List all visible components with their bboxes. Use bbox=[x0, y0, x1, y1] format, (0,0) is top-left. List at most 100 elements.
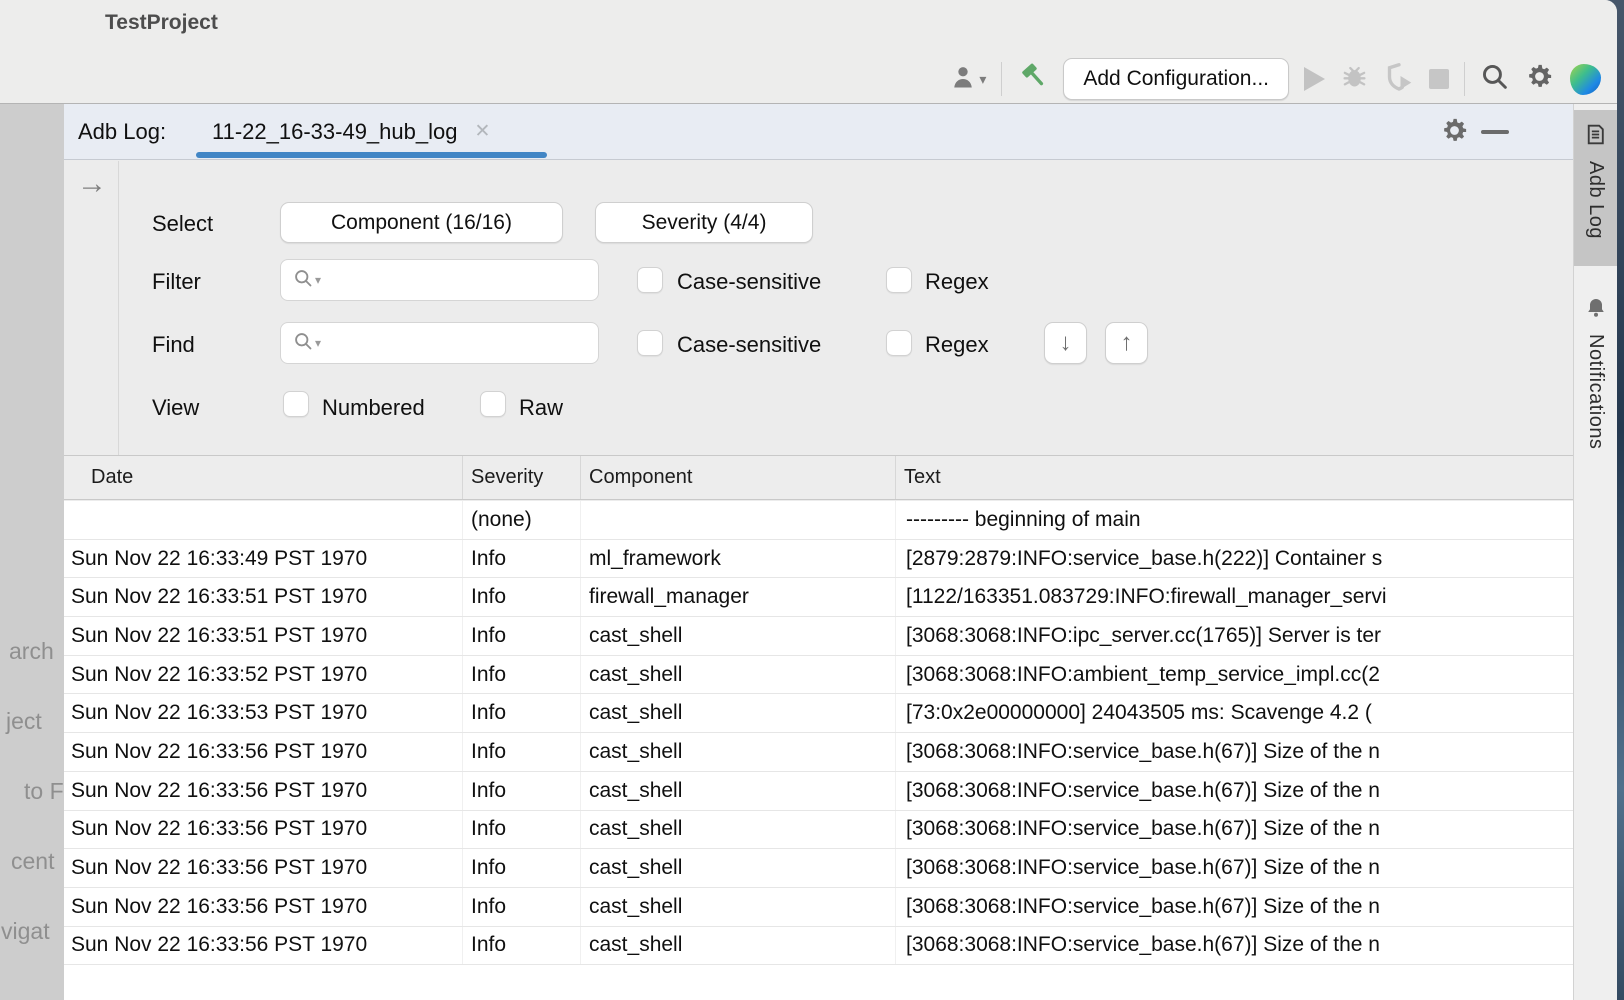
table-row[interactable]: (none) --------- beginning of main bbox=[64, 501, 1573, 540]
background-text-fragment: vigat bbox=[1, 918, 50, 945]
table-row[interactable]: Sun Nov 22 16:33:49 PST 1970 Info ml_fra… bbox=[64, 540, 1573, 579]
bug-icon bbox=[1340, 62, 1369, 96]
cell-severity: Info bbox=[462, 694, 580, 732]
filter-label: Filter bbox=[152, 269, 201, 295]
find-regex-checkbox[interactable] bbox=[886, 330, 912, 356]
table-row[interactable]: Sun Nov 22 16:33:56 PST 1970 Info cast_s… bbox=[64, 927, 1573, 966]
shield-play-icon bbox=[1384, 62, 1414, 97]
chevron-down-icon: ▾ bbox=[315, 273, 321, 287]
cell-date: Sun Nov 22 16:33:51 PST 1970 bbox=[64, 578, 462, 616]
cell-date: Sun Nov 22 16:33:53 PST 1970 bbox=[64, 694, 462, 732]
search-everywhere-button[interactable] bbox=[1480, 62, 1509, 96]
table-row[interactable]: Sun Nov 22 16:33:56 PST 1970 Info cast_s… bbox=[64, 811, 1573, 850]
cell-text: [1122/163351.083729:INFO:firewall_manage… bbox=[895, 578, 1573, 616]
log-file-tab[interactable]: 11-22_16-33-49_hub_log ✕ bbox=[196, 104, 506, 159]
cell-severity: Info bbox=[462, 811, 580, 849]
debug-button[interactable] bbox=[1340, 62, 1369, 96]
cell-component: firewall_manager bbox=[580, 578, 895, 616]
cell-severity: Info bbox=[462, 772, 580, 810]
sidebar-tab-label: Adb Log bbox=[1584, 161, 1607, 239]
table-row[interactable]: Sun Nov 22 16:33:56 PST 1970 Info cast_s… bbox=[64, 888, 1573, 927]
cell-component: cast_shell bbox=[580, 733, 895, 771]
view-label: View bbox=[152, 395, 199, 421]
table-row[interactable]: Sun Nov 22 16:33:56 PST 1970 Info cast_s… bbox=[64, 772, 1573, 811]
cell-date: Sun Nov 22 16:33:49 PST 1970 bbox=[64, 540, 462, 578]
panel-settings-button[interactable] bbox=[1439, 115, 1470, 151]
filter-regex-checkbox[interactable] bbox=[886, 267, 912, 293]
cell-component: cast_shell bbox=[580, 656, 895, 694]
background-text-fragment: cent bbox=[11, 848, 54, 875]
search-icon bbox=[293, 331, 313, 356]
cell-text: [3068:3068:INFO:service_base.h(67)] Size… bbox=[895, 888, 1573, 926]
cell-severity: Info bbox=[462, 888, 580, 926]
component-filter-button[interactable]: Component (16/16) bbox=[280, 202, 563, 243]
cell-text: --------- beginning of main bbox=[895, 501, 1573, 539]
column-header-date[interactable]: Date bbox=[64, 456, 462, 499]
assistant-sphere-button[interactable] bbox=[1570, 64, 1601, 95]
cell-text: [3068:3068:INFO:service_base.h(67)] Size… bbox=[895, 772, 1573, 810]
table-row[interactable]: Sun Nov 22 16:33:56 PST 1970 Info cast_s… bbox=[64, 733, 1573, 772]
numbered-label: Numbered bbox=[322, 395, 425, 421]
cell-text: [2879:2879:INFO:service_base.h(222)] Con… bbox=[895, 540, 1573, 578]
case-sensitive-label: Case-sensitive bbox=[677, 269, 821, 295]
stop-button[interactable] bbox=[1429, 69, 1449, 89]
find-label: Find bbox=[152, 332, 195, 358]
filter-case-sensitive-checkbox[interactable] bbox=[637, 267, 663, 293]
cell-severity: Info bbox=[462, 540, 580, 578]
active-tab-underline bbox=[196, 152, 547, 158]
sidebar-tab-notifications[interactable]: Notifications bbox=[1574, 292, 1617, 522]
column-header-component[interactable]: Component bbox=[580, 456, 895, 499]
table-row[interactable]: Sun Nov 22 16:33:56 PST 1970 Info cast_s… bbox=[64, 849, 1573, 888]
stop-icon bbox=[1429, 69, 1449, 89]
build-button[interactable] bbox=[1017, 61, 1048, 97]
collapse-arrow-icon[interactable]: → bbox=[77, 167, 107, 201]
raw-checkbox[interactable] bbox=[480, 391, 506, 417]
log-table-body: (none) --------- beginning of main Sun N… bbox=[64, 501, 1573, 1000]
table-row[interactable]: Sun Nov 22 16:33:51 PST 1970 Info cast_s… bbox=[64, 617, 1573, 656]
column-header-severity[interactable]: Severity bbox=[462, 456, 580, 499]
case-sensitive-label: Case-sensitive bbox=[677, 332, 821, 358]
minimize-panel-button[interactable] bbox=[1481, 130, 1509, 134]
cell-text: [3068:3068:INFO:ipc_server.cc(1765)] Ser… bbox=[895, 617, 1573, 655]
cell-date bbox=[64, 501, 462, 539]
find-previous-button[interactable]: ↑ bbox=[1105, 322, 1148, 364]
filter-input[interactable] bbox=[323, 259, 598, 301]
add-configuration-button[interactable]: Add Configuration... bbox=[1063, 58, 1289, 100]
settings-button[interactable] bbox=[1524, 61, 1555, 97]
user-profile-button[interactable]: ▾ bbox=[949, 63, 986, 96]
filter-search-box[interactable]: ▾ bbox=[280, 259, 599, 301]
search-icon bbox=[293, 268, 313, 293]
regex-label: Regex bbox=[925, 269, 989, 295]
user-icon bbox=[949, 63, 977, 96]
table-row[interactable]: Sun Nov 22 16:33:52 PST 1970 Info cast_s… bbox=[64, 656, 1573, 695]
find-input[interactable] bbox=[323, 322, 598, 364]
cell-severity: Info bbox=[462, 733, 580, 771]
find-case-sensitive-checkbox[interactable] bbox=[637, 330, 663, 356]
cell-component: cast_shell bbox=[580, 811, 895, 849]
close-icon[interactable]: ✕ bbox=[474, 120, 490, 143]
regex-label: Regex bbox=[925, 332, 989, 358]
run-button[interactable] bbox=[1304, 67, 1325, 91]
table-row[interactable]: Sun Nov 22 16:33:51 PST 1970 Info firewa… bbox=[64, 578, 1573, 617]
gradient-sphere-icon bbox=[1570, 64, 1601, 95]
log-document-icon bbox=[1583, 122, 1608, 152]
sidebar-tab-adb-log[interactable]: Adb Log bbox=[1574, 110, 1617, 266]
find-search-box[interactable]: ▾ bbox=[280, 322, 599, 364]
background-text-fragment: ject bbox=[6, 708, 42, 735]
severity-filter-button[interactable]: Severity (4/4) bbox=[595, 202, 813, 243]
cell-severity: Info bbox=[462, 578, 580, 616]
profile-button[interactable] bbox=[1384, 62, 1414, 97]
titlebar: TestProject ▾ Add Configuration... bbox=[0, 0, 1617, 104]
column-header-text[interactable]: Text bbox=[895, 456, 1573, 499]
table-row[interactable]: Sun Nov 22 16:33:53 PST 1970 Info cast_s… bbox=[64, 694, 1573, 733]
app-window: TestProject ▾ Add Configuration... bbox=[0, 0, 1617, 1000]
toolbar-divider bbox=[1001, 62, 1002, 96]
numbered-checkbox[interactable] bbox=[283, 391, 309, 417]
toolbar-divider bbox=[1464, 62, 1465, 96]
log-file-tab-label: 11-22_16-33-49_hub_log bbox=[212, 119, 457, 145]
cell-date: Sun Nov 22 16:33:56 PST 1970 bbox=[64, 733, 462, 771]
cell-text: [3068:3068:INFO:service_base.h(67)] Size… bbox=[895, 811, 1573, 849]
cell-date: Sun Nov 22 16:33:56 PST 1970 bbox=[64, 927, 462, 965]
find-next-button[interactable]: ↓ bbox=[1044, 322, 1087, 364]
cell-component bbox=[580, 501, 895, 539]
